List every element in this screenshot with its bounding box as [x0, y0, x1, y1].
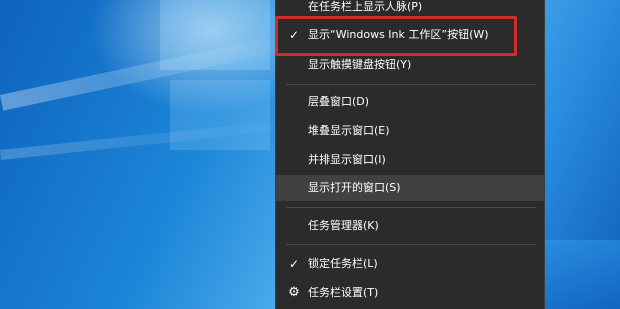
gear-icon: ⚙ [288, 285, 300, 300]
menu-item-taskbar-settings[interactable]: ⚙ 任务栏设置(T) [276, 280, 544, 306]
menu-item-task-manager[interactable]: 任务管理器(K) [276, 213, 544, 239]
menu-item-label: 层叠窗口(D) [308, 95, 370, 108]
annotation-highlight-box [275, 16, 517, 56]
menu-separator [286, 207, 536, 208]
desktop-wallpaper-edge [545, 240, 620, 309]
checkmark-icon: ✓ [288, 257, 300, 271]
menu-item-label: 任务栏设置(T) [308, 286, 379, 299]
menu-item-lock-taskbar[interactable]: ✓ 锁定任务栏(L) [276, 251, 544, 277]
menu-separator [286, 244, 536, 245]
menu-item-show-desktop[interactable]: 显示打开的窗口(S) [276, 175, 544, 201]
menu-item-cascade-windows[interactable]: 层叠窗口(D) [276, 89, 544, 115]
menu-separator [286, 84, 536, 85]
menu-item-stack-windows[interactable]: 堆叠显示窗口(E) [276, 118, 544, 144]
menu-item-label: 并排显示窗口(I) [308, 153, 386, 166]
menu-item-side-by-side-windows[interactable]: 并排显示窗口(I) [276, 147, 544, 173]
menu-item-label: 锁定任务栏(L) [308, 257, 378, 270]
menu-item-label: 堆叠显示窗口(E) [308, 124, 390, 137]
menu-item-label: 任务管理器(K) [308, 219, 379, 232]
menu-item-label: 显示打开的窗口(S) [308, 181, 401, 194]
